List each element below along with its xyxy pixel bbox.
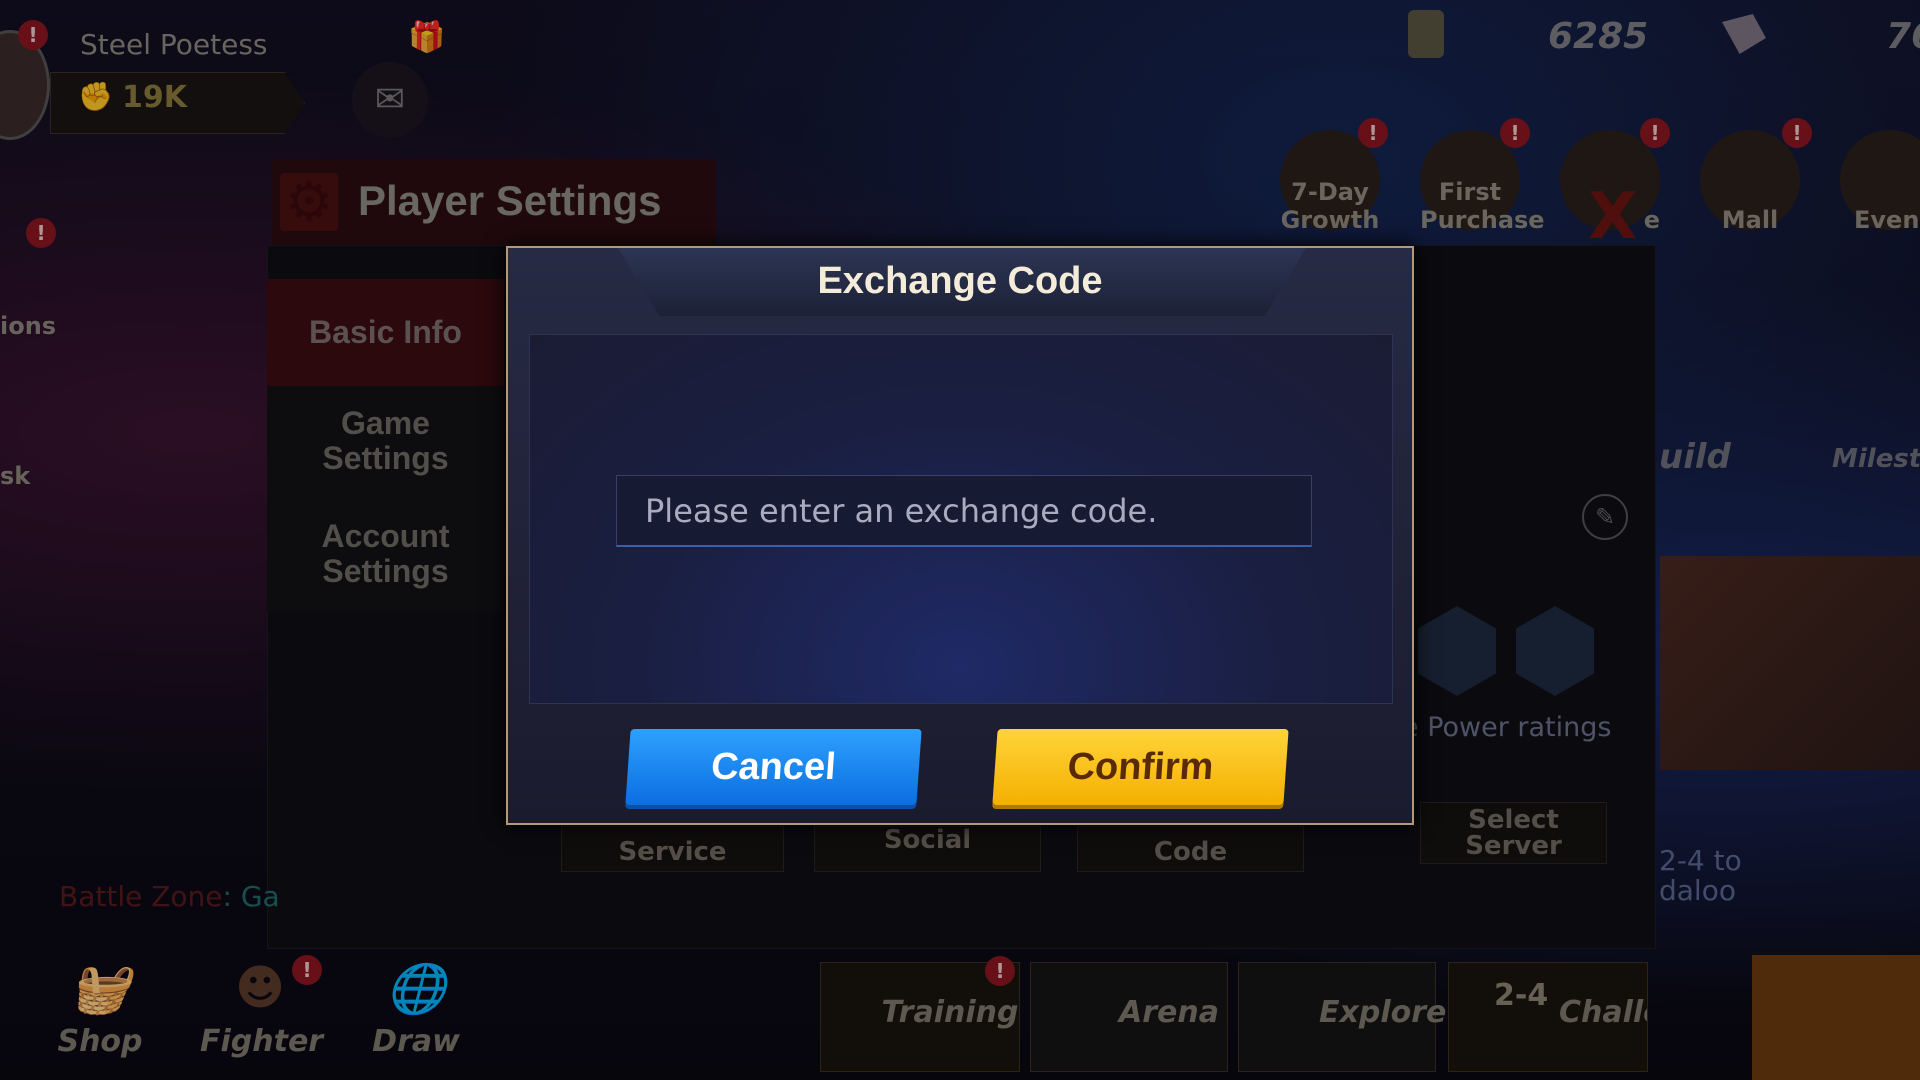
cancel-button[interactable]: Cancel — [625, 729, 922, 805]
dialog-title: Exchange Code — [817, 260, 1103, 302]
dialog-body — [529, 334, 1393, 704]
confirm-button[interactable]: Confirm — [992, 729, 1289, 805]
exchange-code-dialog: Exchange Code Cancel Confirm — [506, 246, 1414, 825]
exchange-code-input[interactable] — [616, 475, 1312, 547]
